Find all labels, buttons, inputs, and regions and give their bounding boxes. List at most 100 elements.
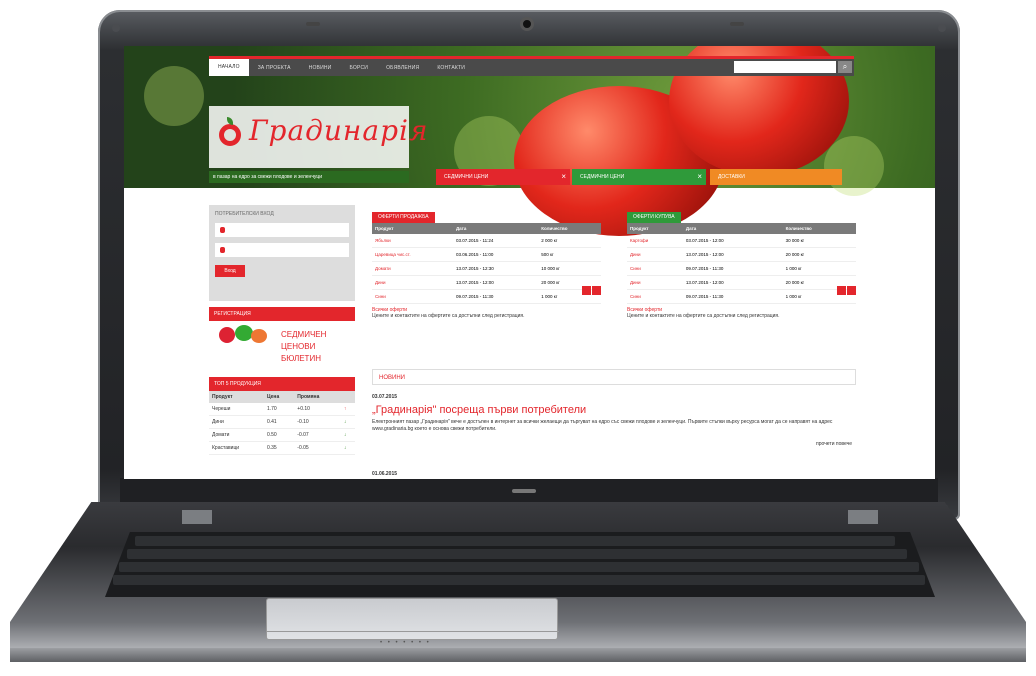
top-navigation: НАЧАЛО ЗА ПРОЕКТА НОВИНИ БОРСИ ОБЯВЛЕНИЯ…: [209, 56, 854, 76]
hinge: [182, 510, 212, 524]
pager: [581, 282, 601, 300]
sidebar: ПОТРЕБИТЕЛСКИ ВХОД Вход РЕГИСТРАЦИЯ СЕДМ…: [209, 205, 355, 455]
table-row[interactable]: Ябълки 03.07.2015 - 11:24 2 000 кг: [372, 234, 601, 248]
nav-item-home[interactable]: НАЧАЛО: [209, 59, 249, 76]
cell: Череши: [209, 403, 264, 416]
table-row[interactable]: Картофи 03.07.2015 - 12:00 30 000 кг: [627, 234, 856, 248]
table-row[interactable]: Дини 13.07.2015 - 12:00 20 000 кг: [372, 275, 601, 290]
table-row[interactable]: Краставици 0.35 -0.05 ↓: [209, 441, 355, 455]
arrow-up-icon: ↑: [340, 403, 355, 416]
username-field[interactable]: [215, 223, 349, 237]
column-header: Цена: [263, 391, 295, 403]
hero-tab-delivery[interactable]: ДОСТАВКИ: [710, 169, 842, 185]
cell: 13.07.2015 - 12:00: [452, 275, 539, 290]
search-input[interactable]: [734, 61, 836, 73]
column-header: Продукт: [372, 223, 453, 234]
offers-table: Продукт Дата Количество Ябълки 03.07.2015…: [372, 223, 601, 304]
next-page-button[interactable]: [847, 286, 856, 295]
close-icon: ×: [561, 172, 566, 181]
key-row: [127, 549, 907, 559]
password-field[interactable]: [215, 243, 349, 257]
veg: [235, 325, 253, 341]
registration-link[interactable]: РЕГИСТРАЦИЯ: [209, 307, 355, 321]
cell: +0.10: [294, 403, 341, 416]
nav-item-contacts[interactable]: КОНТАКТИ: [428, 65, 474, 71]
lid-mic: [306, 22, 320, 26]
nav-item-news[interactable]: НОВИНИ: [300, 65, 341, 71]
cell: Ябълки: [372, 234, 453, 248]
nav-item-ads[interactable]: ОБЯВЛЕНИЯ: [377, 65, 428, 71]
vegetable-basket-image: [213, 325, 273, 365]
cell: -0.10: [294, 415, 341, 429]
hero-tab-sell[interactable]: СЕДМИЧНИ ЦЕНИ ×: [436, 169, 570, 185]
cell: 0.50: [263, 428, 295, 442]
next-page-button[interactable]: [592, 286, 601, 295]
table-row[interactable]: Сини 09.07.2015 - 11:30 1 000 кг: [627, 261, 856, 276]
news-title[interactable]: „Градинарія" посреща първи потребители: [372, 404, 586, 416]
table-row[interactable]: Домати 0.50 -0.07 ↓: [209, 428, 355, 442]
table-row[interactable]: Дини 13.07.2015 - 12:00 20 000 кг: [627, 247, 856, 262]
cell: 2 000 кг: [538, 234, 601, 248]
read-more-link[interactable]: прочети повече: [816, 441, 852, 447]
hero-tab-label: СЕДМИЧНИ ЦЕНИ: [580, 174, 625, 180]
site-logo[interactable]: Градинарія: [209, 106, 428, 168]
touchpad[interactable]: [266, 598, 559, 640]
offers-note: Цените и контактите на офертите са достъ…: [627, 313, 780, 319]
promo-line: БЮЛЕТИН: [281, 354, 321, 363]
cell: 0.35: [263, 441, 295, 455]
table-row[interactable]: Дини 0.41 -0.10 ↓: [209, 415, 355, 429]
brand-logo: [512, 489, 536, 493]
table-row[interactable]: Сини 09.07.2015 - 11:30 1 000 кг: [627, 289, 856, 304]
hinge: [848, 510, 878, 524]
touchpad-buttons[interactable]: [267, 631, 559, 639]
arrow-down-icon: ↓: [340, 441, 355, 455]
prev-page-button[interactable]: [837, 286, 846, 295]
column-header: Дата: [682, 223, 783, 234]
column-header: Количество: [538, 223, 601, 234]
column-header: [340, 391, 355, 403]
promo-bulletin[interactable]: СЕДМИЧЕН ЦЕНОВИ БЮЛЕТИН: [209, 321, 355, 371]
table-row[interactable]: Домати 13.07.2015 - 12:30 10 000 кг: [372, 261, 601, 276]
hero-tab-label: ДОСТАВКИ: [718, 174, 745, 180]
laptop-scene: НАЧАЛО ЗА ПРОЕКТА НОВИНИ БОРСИ ОБЯВЛЕНИЯ…: [0, 0, 1036, 676]
panel-caption: ОФЕРТИ КУПУВА: [627, 212, 681, 223]
search-icon[interactable]: ⌕: [838, 61, 852, 73]
status-leds: • • • • • • •: [380, 640, 431, 646]
cell: Дини: [209, 415, 264, 429]
table-header: Продукт Цена Промяна: [209, 391, 355, 403]
cell: 0.41: [263, 415, 295, 429]
promo-text: СЕДМИЧЕН ЦЕНОВИ БЮЛЕТИН: [281, 329, 326, 365]
column-header: Продукт: [209, 391, 264, 403]
news-date: 01.06.2015: [372, 471, 398, 477]
cell: 09.07.2015 - 11:30: [682, 261, 783, 276]
cell: 09.07.2015 - 11:30: [452, 289, 539, 304]
top-products-table: Продукт Цена Промяна Череши 1.70 +0.10 ↑…: [209, 391, 355, 455]
cell: -0.07: [294, 428, 341, 442]
table-row[interactable]: Череши 1.70 +0.10 ↑: [209, 403, 355, 416]
column-header: Промяна: [294, 391, 341, 403]
column-header: Продукт: [627, 223, 683, 234]
cell: Картофи: [627, 234, 683, 248]
user-icon: [220, 227, 225, 233]
news-header: НОВИНИ: [372, 369, 856, 385]
apple-icon: [219, 117, 241, 146]
cell: Сини: [627, 261, 683, 276]
front-edge: [10, 648, 1026, 662]
cell: 09.07.2015 - 11:30: [682, 289, 783, 304]
webcam-icon: [520, 17, 534, 31]
offers-buy-panel: ОФЕРТИ КУПУВА Продукт Дата Количество Ка…: [627, 205, 856, 320]
cell: 03.07.2015 - 12:00: [682, 234, 783, 248]
column-header: Дата: [452, 223, 539, 234]
logo-text: Градинарія: [249, 114, 429, 147]
cell: 13.07.2015 - 12:00: [682, 275, 783, 290]
prev-page-button[interactable]: [582, 286, 591, 295]
hero-tab-buy[interactable]: СЕДМИЧНИ ЦЕНИ ×: [572, 169, 706, 185]
nav-item-markets[interactable]: БОРСИ: [340, 65, 377, 71]
table-row[interactable]: Сини 09.07.2015 - 11:30 1 000 кг: [372, 289, 601, 304]
login-button[interactable]: Вход: [215, 265, 245, 277]
table-row[interactable]: Царевица чис.ст. 03.06.2015 - 11:00 500 кг: [372, 247, 601, 262]
table-row[interactable]: Дини 13.07.2015 - 12:00 20 000 кг: [627, 275, 856, 290]
cell: Краставици: [209, 441, 264, 455]
nav-item-about[interactable]: ЗА ПРОЕКТА: [249, 65, 300, 71]
offers-sell-panel: ОФЕРТИ ПРОДАЖБА Продукт Дата Количество …: [372, 205, 601, 320]
